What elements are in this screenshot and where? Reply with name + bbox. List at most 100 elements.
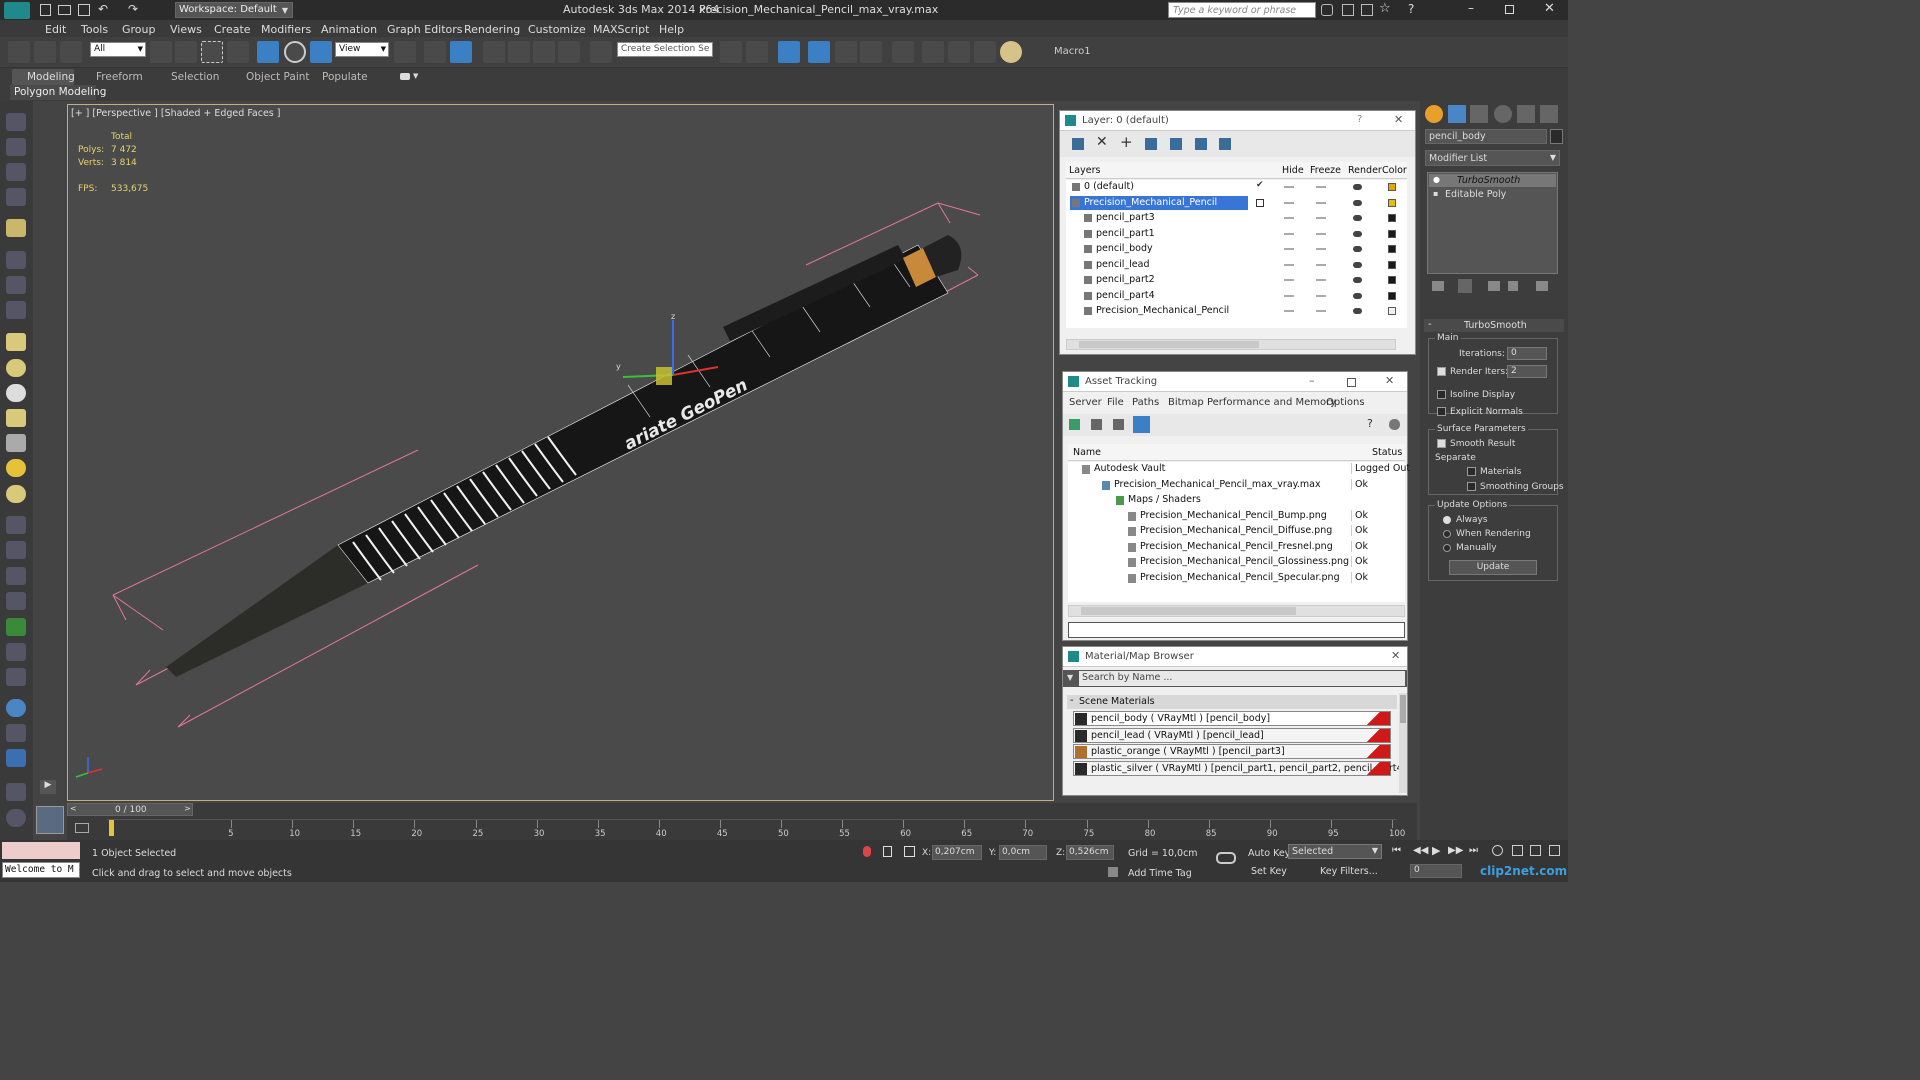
- material-search-input[interactable]: Search by Name ...: [1079, 671, 1405, 686]
- layer-color-swatch[interactable]: [1388, 198, 1396, 207]
- freeze-toggle[interactable]: [1316, 294, 1326, 297]
- workspace-dropdown[interactable]: Workspace: Default ▼: [175, 2, 293, 18]
- asset-row[interactable]: Precision_Mechanical_Pencil_Fresnel.png O…: [1068, 540, 1405, 555]
- menu-maxscript[interactable]: MAXScript: [593, 23, 649, 36]
- col-color[interactable]: Color: [1382, 165, 1407, 176]
- frame-field[interactable]: 0: [1410, 864, 1462, 878]
- tab-object-paint[interactable]: Object Paint: [246, 71, 310, 83]
- lt-dynamics-icon[interactable]: [6, 541, 26, 559]
- iterations-spinner[interactable]: 0: [1507, 347, 1547, 360]
- maxscript-listener[interactable]: [2, 842, 80, 859]
- subscription-icon[interactable]: [1342, 4, 1354, 16]
- next-key-icon[interactable]: ▶▶: [1448, 845, 1463, 856]
- asset-path-field[interactable]: [1068, 622, 1405, 638]
- layer-color-swatch[interactable]: [1388, 183, 1396, 191]
- menu-animation[interactable]: Animation: [321, 23, 377, 36]
- list-view-icon[interactable]: [1091, 419, 1102, 430]
- render-iters-checkbox[interactable]: [1437, 367, 1446, 376]
- lt-particles-icon[interactable]: [6, 516, 26, 534]
- add-time-tag[interactable]: Add Time Tag: [1128, 868, 1192, 879]
- smoothing-groups-checkbox[interactable]: [1467, 482, 1476, 491]
- asset-row[interactable]: Precision_Mechanical_Pencil_Glossiness.p…: [1068, 555, 1405, 570]
- play-icon[interactable]: ▶: [1432, 844, 1440, 857]
- layer-color-swatch[interactable]: [1388, 229, 1396, 238]
- render-setup-icon[interactable]: [922, 41, 944, 63]
- asset-col-name[interactable]: Name: [1073, 447, 1101, 458]
- pivot-center-icon[interactable]: [394, 41, 416, 63]
- layer-name-cell[interactable]: pencil_part4: [1082, 289, 1282, 303]
- chevron-down-icon[interactable]: ▼: [413, 72, 418, 80]
- asset-row[interactable]: Precision_Mechanical_Pencil_max_vray.max…: [1068, 478, 1405, 493]
- z-field[interactable]: 0,526cm: [1066, 845, 1114, 860]
- subtab-polygon-modeling[interactable]: Polygon Modeling: [10, 85, 106, 100]
- hide-toggle[interactable]: [1284, 186, 1294, 188]
- help-icon[interactable]: ?: [1408, 2, 1414, 16]
- modifier-list-dropdown[interactable]: Modifier List ▼: [1425, 150, 1560, 166]
- lt-script-icon[interactable]: [6, 783, 26, 801]
- named-selection-dropdown[interactable]: Create Selection Se: [617, 42, 713, 57]
- lt-plant-icon[interactable]: [6, 618, 26, 636]
- set-key-button[interactable]: Set Key: [1251, 866, 1287, 877]
- render-teapot-icon[interactable]: [1353, 184, 1362, 190]
- restore-icon[interactable]: [1505, 5, 1514, 14]
- update-button[interactable]: Update: [1449, 560, 1537, 575]
- auto-key-button[interactable]: Auto Key: [1248, 848, 1290, 859]
- render-teapot-icon[interactable]: [1353, 261, 1362, 268]
- stack-item-editable-poly[interactable]: ▪ Editable Poly: [1429, 188, 1556, 201]
- bulb-icon[interactable]: ●: [1433, 175, 1440, 184]
- binoculars-icon[interactable]: [1321, 4, 1333, 16]
- move-icon[interactable]: [257, 41, 279, 63]
- pencil-model[interactable]: ariate GeoPen z y: [68, 105, 1053, 800]
- layer-name-cell[interactable]: pencil_part1: [1082, 227, 1282, 241]
- asset-hscrollbar[interactable]: [1068, 605, 1405, 617]
- layer-row[interactable]: pencil_part1: [1066, 227, 1407, 242]
- motion-tab-icon[interactable]: [1494, 105, 1512, 123]
- curve-editor-icon[interactable]: [835, 41, 857, 63]
- spinner-snap-icon[interactable]: [558, 41, 580, 63]
- menu-group[interactable]: Group: [122, 23, 156, 36]
- help-icon[interactable]: ?: [1367, 417, 1373, 430]
- render-teapot-icon[interactable]: [1353, 199, 1362, 206]
- lt-motion-icon[interactable]: [6, 188, 26, 206]
- select-by-name-icon[interactable]: [175, 41, 197, 63]
- undo-icon[interactable]: ↶: [98, 2, 108, 16]
- create-tab-icon[interactable]: [1425, 105, 1443, 123]
- material-vscrollbar[interactable]: [1399, 693, 1407, 793]
- maximize-viewport-icon[interactable]: [1549, 845, 1560, 856]
- ribbon-options-icon[interactable]: [400, 73, 410, 80]
- layer-row[interactable]: Precision_Mechanical_Pencil: [1066, 304, 1407, 319]
- selection-filter-dropdown[interactable]: All ▼: [90, 42, 146, 57]
- asset-row[interactable]: Precision_Mechanical_Pencil_Bump.png Ok: [1068, 509, 1405, 524]
- select-in-layer-icon[interactable]: [1145, 138, 1157, 150]
- active-check-icon[interactable]: ✔: [1256, 180, 1264, 190]
- window-crossing-icon[interactable]: [227, 41, 249, 63]
- tree-view-icon[interactable]: [1113, 419, 1124, 430]
- menu-create[interactable]: Create: [214, 23, 251, 36]
- keyboard-shortcut-icon[interactable]: [450, 41, 472, 63]
- freeze-toggle[interactable]: [1316, 263, 1326, 266]
- lt-geosphere-icon[interactable]: [6, 384, 26, 402]
- unlink-icon[interactable]: [34, 41, 56, 63]
- prev-frame-icon[interactable]: <: [70, 804, 77, 813]
- menu-help[interactable]: Help: [659, 23, 684, 36]
- table-view-icon[interactable]: [1133, 416, 1150, 433]
- asset-menu-paths[interactable]: Paths: [1132, 397, 1159, 408]
- active-box-icon[interactable]: [1256, 198, 1264, 207]
- perspective-viewport[interactable]: [+ ] [Perspective ] [Shaded + Edged Face…: [67, 104, 1416, 801]
- key-icon[interactable]: [1216, 852, 1236, 864]
- angle-snap-icon[interactable]: [508, 41, 530, 63]
- rollout-header[interactable]: - TurboSmooth: [1424, 319, 1564, 332]
- lt-light-icon[interactable]: [6, 219, 26, 237]
- lt-hierarchy-icon[interactable]: [6, 163, 26, 181]
- minimize-icon[interactable]: –: [1468, 1, 1474, 15]
- layer-row[interactable]: pencil_body: [1066, 242, 1407, 257]
- layer-name-cell[interactable]: pencil_lead: [1082, 258, 1282, 272]
- reference-coord-dropdown[interactable]: View ▼: [335, 42, 389, 57]
- percent-snap-icon[interactable]: [533, 41, 555, 63]
- expand-left-icon[interactable]: ▶: [40, 780, 56, 794]
- always-radio[interactable]: [1443, 516, 1451, 524]
- scale-icon[interactable]: [310, 41, 332, 63]
- key-filters-button[interactable]: Key Filters...: [1320, 866, 1378, 877]
- rect-selection-icon[interactable]: [201, 41, 223, 63]
- asset-menu-server[interactable]: Server: [1069, 397, 1102, 408]
